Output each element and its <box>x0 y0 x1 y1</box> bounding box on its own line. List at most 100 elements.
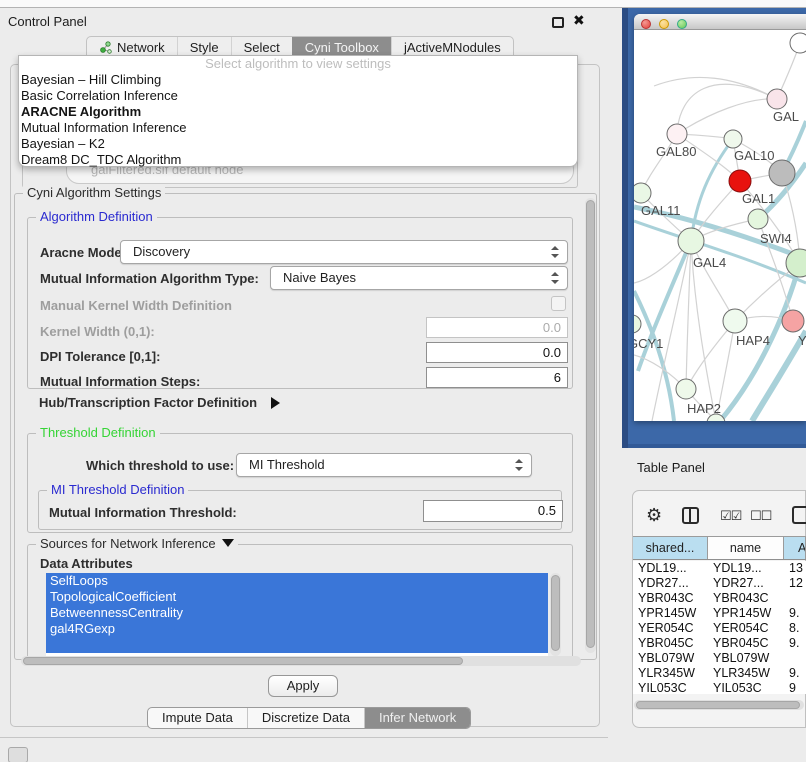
dpi-tolerance-value: 0.0 <box>543 345 561 360</box>
float-icon[interactable] <box>552 17 564 28</box>
table-cell: YBR043C <box>633 591 708 606</box>
network-node-gal4[interactable] <box>678 228 704 254</box>
dpi-tolerance-label: DPI Tolerance [0,1]: <box>40 349 160 364</box>
which-threshold-select[interactable]: MI Threshold <box>236 453 532 477</box>
algorithm-dropdown: Select algorithm to view settings Bayesi… <box>18 55 578 167</box>
algorithm-option[interactable]: Dream8 DC_TDC Algorithm <box>19 152 577 168</box>
mi-threshold-group: MI Threshold Definition Mutual Informati… <box>38 490 562 530</box>
column-layout-icon[interactable] <box>682 507 699 524</box>
deselect-all-checks-icon[interactable]: ☐☐ <box>750 508 771 524</box>
attribute-item[interactable]: BetweennessCentrality <box>46 605 548 621</box>
network-node-gal1[interactable] <box>729 170 751 192</box>
table-cell: YPR145W <box>708 606 784 621</box>
table-cell: 12 <box>784 576 806 591</box>
attribute-item[interactable]: gal4RGexp <box>46 621 548 637</box>
attribute-item[interactable]: SelfLoops <box>46 573 548 589</box>
group-title: Algorithm Definition <box>36 209 157 224</box>
partial-toolbar-icon[interactable] <box>792 506 806 524</box>
network-node-hap2[interactable] <box>676 379 696 399</box>
node-label: GAL80 <box>656 144 696 159</box>
network-node-gcy1[interactable] <box>634 315 641 333</box>
table-cell: 8. <box>784 621 806 636</box>
mi-threshold-field[interactable]: 0.5 <box>423 500 563 522</box>
hub-definition-expander[interactable]: Hub/Transcription Factor Definition <box>39 395 280 410</box>
column-header[interactable]: A <box>784 537 806 559</box>
node-label: GAL1 <box>742 191 775 206</box>
tab-label: Discretize Data <box>262 710 350 725</box>
table-row[interactable]: YDR27...YDR27...12 <box>633 576 806 591</box>
table-cell: YBL079W <box>708 651 784 666</box>
tab-infer-network[interactable]: Infer Network <box>364 708 470 728</box>
zoom-traffic-icon[interactable] <box>677 19 687 29</box>
network-icon <box>99 41 112 54</box>
table-row[interactable]: YPR145WYPR145W9. <box>633 606 806 621</box>
table-cell: YPR145W <box>633 606 708 621</box>
control-panel-title: Control Panel <box>8 14 87 29</box>
network-node[interactable] <box>769 160 795 186</box>
manual-kernel-checkbox[interactable] <box>551 296 566 311</box>
table-cell: YER054C <box>708 621 784 636</box>
network-node-gal80[interactable] <box>667 124 687 144</box>
tab-impute-data[interactable]: Impute Data <box>148 708 247 728</box>
kernel-width-field[interactable]: 0.0 <box>426 317 568 338</box>
table-cell: YDL19... <box>633 561 708 576</box>
attribute-item[interactable]: TopologicalCoefficient <box>46 589 548 605</box>
kernel-width-value: 0.0 <box>543 320 561 335</box>
attribute-item[interactable] <box>46 637 548 653</box>
network-node-gal10[interactable] <box>724 130 742 148</box>
attributes-scrollbar[interactable] <box>550 573 561 656</box>
mi-steps-label: Mutual Information Steps: <box>40 374 200 389</box>
gear-icon[interactable]: ⚙ <box>646 505 662 526</box>
node-label: GCY1 <box>634 336 663 351</box>
settings-vertical-scrollbar[interactable] <box>585 198 596 653</box>
algorithm-option[interactable]: Bayesian – Hill Climbing <box>19 72 577 88</box>
table-row[interactable]: YBR043CYBR043C <box>633 591 806 606</box>
network-canvas[interactable]: GALGAL80GAL10GAL1GAL11SWI4GAL4HAP4YGCY1H… <box>634 31 806 421</box>
table-cell: YDR27... <box>633 576 708 591</box>
threshold-definition-group: Threshold Definition Which threshold to … <box>27 433 573 533</box>
algorithm-option[interactable]: ARACNE Algorithm <box>19 104 577 120</box>
stepper-icon <box>550 246 558 258</box>
column-header[interactable]: name <box>708 537 784 559</box>
mi-type-select[interactable]: Naive Bayes <box>270 266 568 290</box>
network-node-y[interactable] <box>782 310 804 332</box>
network-node-hap4[interactable] <box>723 309 747 333</box>
table-horizontal-scrollbar[interactable] <box>634 700 804 710</box>
aracne-mode-select[interactable]: Discovery <box>120 240 568 264</box>
table-row[interactable]: YDL19...YDL19...13 <box>633 561 806 576</box>
table-cell: 9. <box>784 666 806 681</box>
network-node-swi4[interactable] <box>748 209 768 229</box>
minimize-traffic-icon[interactable] <box>659 19 669 29</box>
panel-corner-button[interactable] <box>8 747 28 762</box>
tab-discretize-data[interactable]: Discretize Data <box>247 708 364 728</box>
mi-steps-field[interactable]: 6 <box>426 367 568 388</box>
column-header[interactable]: shared... <box>633 537 708 559</box>
which-threshold-value: MI Threshold <box>249 457 325 472</box>
network-node-gal11[interactable] <box>634 183 651 203</box>
algorithm-option[interactable]: Basic Correlation Inference <box>19 88 577 104</box>
which-threshold-label: Which threshold to use: <box>86 458 234 473</box>
network-node-gal[interactable] <box>767 89 787 109</box>
expand-right-icon <box>271 397 280 409</box>
manual-kernel-label: Manual Kernel Width Definition <box>40 298 232 313</box>
sources-collapser[interactable]: Sources for Network Inference <box>36 536 238 551</box>
dpi-tolerance-field[interactable]: 0.0 <box>426 342 568 363</box>
group-title: Cyni Algorithm Settings <box>23 185 165 200</box>
table-cell: 13 <box>784 561 806 576</box>
table-row[interactable]: YLR345WYLR345W9. <box>633 666 806 681</box>
algorithm-option[interactable]: Bayesian – K2 <box>19 136 577 152</box>
mi-type-value: Naive Bayes <box>283 270 356 285</box>
table-row[interactable]: YBL079WYBL079W <box>633 651 806 666</box>
settings-horizontal-scrollbar[interactable] <box>21 656 581 666</box>
apply-button[interactable]: Apply <box>268 675 338 697</box>
close-traffic-icon[interactable] <box>641 19 651 29</box>
network-node[interactable] <box>790 33 806 53</box>
table-row[interactable]: YIL053CYIL053C9 <box>633 681 806 694</box>
table-row[interactable]: YBR045CYBR045C9. <box>633 636 806 651</box>
close-icon[interactable]: ✖ <box>573 12 585 29</box>
cyni-algorithm-settings-group: Cyni Algorithm Settings Algorithm Defini… <box>14 193 597 660</box>
select-all-checks-icon[interactable]: ☑☑ <box>720 508 741 524</box>
bottom-tabs: Impute Data Discretize Data Infer Networ… <box>147 707 471 729</box>
algorithm-option[interactable]: Mutual Information Inference <box>19 120 577 136</box>
table-row[interactable]: YER054CYER054C8. <box>633 621 806 636</box>
